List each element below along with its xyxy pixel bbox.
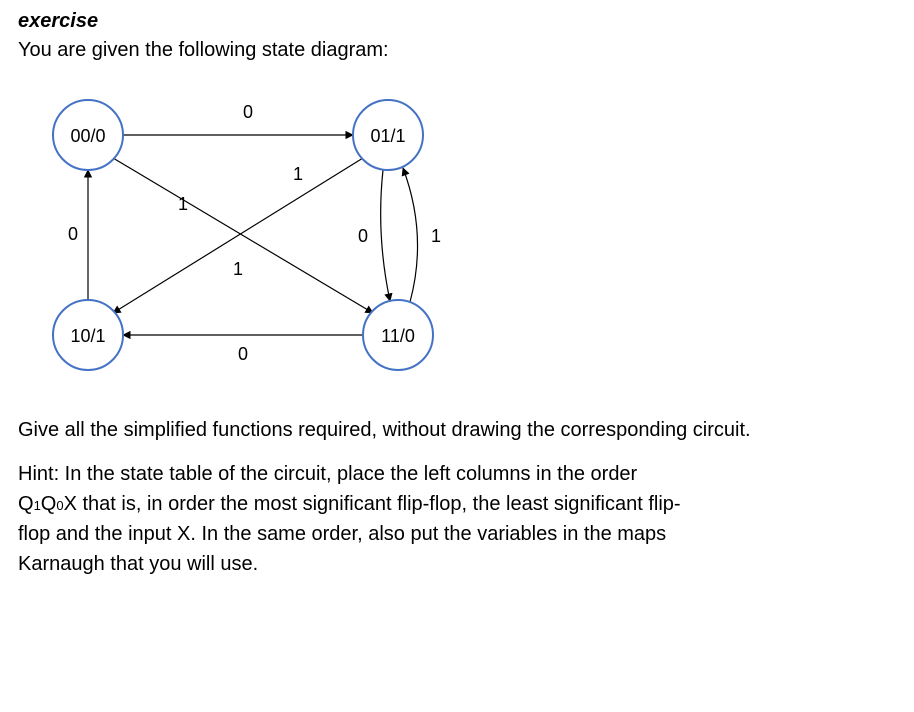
hint-q1: Q <box>18 493 34 515</box>
edge-01-10 <box>113 158 363 313</box>
state-01-label: 01/1 <box>370 126 405 146</box>
page: exercise You are given the following sta… <box>0 0 914 611</box>
state-00-label: 00/0 <box>70 126 105 146</box>
hint-sub0: 0 <box>56 498 63 513</box>
edge-label-00-01: 0 <box>243 102 253 122</box>
edge-label-11-10: 0 <box>238 344 248 364</box>
state-11: 11/0 <box>363 300 433 370</box>
edge-label-11-01: 1 <box>431 226 441 246</box>
hint-line1: Hint: In the state table of the circuit,… <box>18 463 637 485</box>
edge-label-01-10-upper: 1 <box>293 164 303 184</box>
edge-label-10-00: 0 <box>68 224 78 244</box>
hint-text: Hint: In the state table of the circuit,… <box>18 459 896 579</box>
edge-01-11 <box>381 170 390 301</box>
hint-suffix: X that is, in order the most significant… <box>64 493 681 515</box>
edge-label-00-11-upper: 1 <box>178 194 188 214</box>
state-00: 00/0 <box>53 100 123 170</box>
state-diagram-svg: 0 0 1 1 1 0 0 1 00/0 <box>28 85 468 385</box>
intro-text: You are given the following state diagra… <box>18 35 896 65</box>
hint-q0: Q <box>41 493 57 515</box>
state-11-label: 11/0 <box>381 326 415 346</box>
hint-line3: flop and the input X. In the same order,… <box>18 523 666 545</box>
edge-label-01-11: 0 <box>358 226 368 246</box>
hint-sub1: 1 <box>34 498 41 513</box>
edge-00-11 <box>113 158 373 313</box>
state-diagram: 0 0 1 1 1 0 0 1 00/0 <box>28 85 896 385</box>
hint-line4: Karnaugh that you will use. <box>18 553 258 575</box>
state-10-label: 10/1 <box>70 326 105 346</box>
edge-label-01-10-lower: 1 <box>233 259 243 279</box>
exercise-heading: exercise <box>18 10 896 33</box>
edge-11-01 <box>403 168 418 302</box>
state-01: 01/1 <box>353 100 423 170</box>
state-10: 10/1 <box>53 300 123 370</box>
task-text: Give all the simplified functions requir… <box>18 415 896 445</box>
